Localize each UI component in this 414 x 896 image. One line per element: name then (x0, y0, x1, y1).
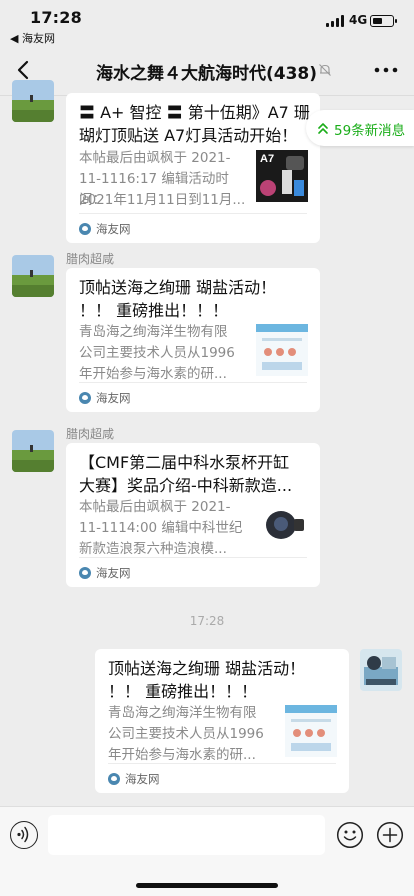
card-desc-line: 本帖最后由飒枫于 2021- (79, 499, 231, 515)
card-footer: 海友网 (108, 763, 336, 794)
smiley-icon (336, 821, 364, 849)
mute-bell-icon (319, 64, 331, 76)
card-desc-line: 青岛海之绚海洋生物有限 (79, 324, 228, 340)
card-footer: 海友网 (79, 382, 307, 413)
plus-circle-icon (376, 821, 404, 849)
double-chevron-up-icon (318, 123, 328, 134)
link-card[interactable]: 顶帖送海之绚珊 瑚盐活动！ ！！ 重磅推出！！！ 青岛海之绚海洋生物有限 公司主… (95, 649, 349, 793)
link-card[interactable]: 〓 A+ 智控 〓 第十伍期》A7 珊 瑚灯顶贴送 A7灯具活动开始！ 本帖最后… (66, 93, 320, 243)
sender-avatar[interactable] (12, 80, 54, 122)
signal-icon (326, 15, 346, 27)
landscape-avatar-image (12, 80, 54, 122)
card-desc-line: 11-1114:00 编辑中科世纪 (79, 520, 243, 536)
card-title-line: 顶帖送海之绚珊 瑚盐活动！ (79, 278, 277, 297)
chevron-left-icon (17, 60, 29, 80)
card-source: 海友网 (96, 566, 131, 580)
card-title-line: 瑚灯顶贴送 A7灯具活动开始！ (79, 126, 298, 145)
card-title-line: ！！ 重磅推出！！！ (108, 682, 258, 701)
card-title-line: 大赛】奖品介绍-中科新款造... (79, 476, 293, 495)
status-time: 17:28 (30, 8, 82, 27)
voice-input-button[interactable] (10, 821, 38, 849)
voice-wave-icon (17, 826, 29, 843)
source-logo-icon (108, 773, 120, 785)
card-thumbnail (256, 324, 308, 376)
more-options-icon[interactable] (372, 60, 400, 80)
source-logo-icon (79, 392, 91, 404)
sender-name: 腊肉超咸 (66, 427, 115, 441)
sender-avatar[interactable] (12, 255, 54, 297)
thumbnail-label: A7 (260, 153, 275, 165)
emoji-button[interactable] (336, 821, 364, 849)
card-desc-line: 2021年11月11日到11月... (79, 192, 246, 208)
card-desc-line: 青岛海之绚海洋生物有限 (108, 705, 257, 721)
card-source: 海友网 (125, 772, 160, 786)
card-title-line: 〓 A+ 智控 〓 第十伍期》A7 珊 (79, 103, 310, 122)
card-source: 海友网 (96, 391, 131, 405)
chat-input-bar (0, 806, 414, 896)
aquarium-avatar-image (360, 649, 402, 691)
sender-name: 腊肉超咸 (66, 252, 115, 266)
chat-title: 海水之舞４大航海时代(438) (96, 64, 318, 84)
card-desc-line: 公司主要技术人员从1996 (108, 726, 264, 742)
chat-header: 海水之舞４大航海时代(438) (0, 44, 414, 96)
source-logo-icon (79, 223, 91, 235)
card-title-line: 顶帖送海之绚珊 瑚盐活动！ (108, 659, 306, 678)
card-thumbnail (256, 499, 308, 551)
new-messages-button[interactable]: 59条新消息 (306, 110, 414, 146)
more-functions-button[interactable] (376, 821, 404, 849)
card-footer: 海友网 (79, 213, 307, 244)
back-button[interactable] (14, 58, 34, 82)
home-indicator (136, 883, 278, 888)
card-thumbnail: A7 (256, 150, 308, 202)
card-title-line: 【CMF第二届中科水泵杯开缸 (79, 453, 290, 472)
card-desc-line: 本帖最后由飒枫于 2021- (79, 150, 231, 166)
battery-icon (370, 15, 397, 27)
card-footer: 海友网 (79, 557, 307, 588)
message-input[interactable] (48, 815, 325, 855)
link-card[interactable]: 【CMF第二届中科水泵杯开缸 大赛】奖品介绍-中科新款造... 本帖最后由飒枫于… (66, 443, 320, 587)
new-messages-label: 59条新消息 (334, 123, 406, 139)
status-bar: 17:28 ◀ 海友网 4G (0, 0, 414, 45)
card-source: 海友网 (96, 222, 131, 236)
card-title-line: ！！ 重磅推出！！！ (79, 301, 229, 320)
card-desc-line: 公司主要技术人员从1996 (79, 345, 235, 361)
source-logo-icon (79, 567, 91, 579)
my-avatar[interactable] (360, 649, 402, 691)
network-type: 4G (349, 13, 368, 27)
landscape-avatar-image (12, 255, 54, 297)
chat-timestamp: 17:28 (189, 614, 225, 628)
card-thumbnail (285, 705, 337, 757)
landscape-avatar-image (12, 430, 54, 472)
link-card[interactable]: 顶帖送海之绚珊 瑚盐活动！ ！！ 重磅推出！！！ 青岛海之绚海洋生物有限 公司主… (66, 268, 320, 412)
sender-avatar[interactable] (12, 430, 54, 472)
